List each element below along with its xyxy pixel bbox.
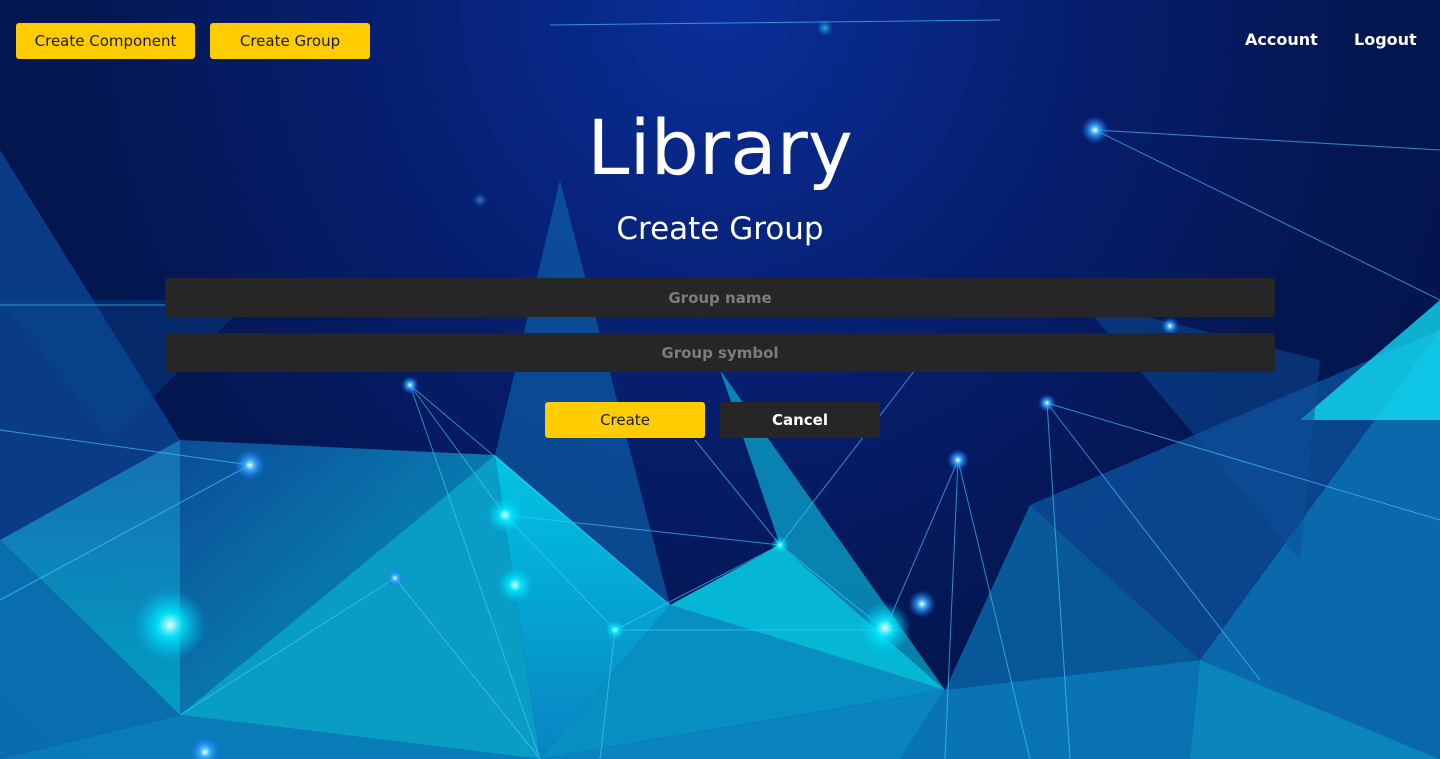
cancel-button[interactable]: Cancel — [720, 402, 880, 438]
create-group-button[interactable]: Create Group — [210, 23, 370, 59]
page-subtitle: Create Group — [616, 211, 824, 247]
create-component-button[interactable]: Create Component — [16, 23, 195, 59]
group-name-input[interactable] — [165, 278, 1275, 317]
account-link[interactable]: Account — [1245, 30, 1318, 49]
page-title: Library — [587, 103, 853, 192]
group-symbol-input[interactable] — [165, 333, 1275, 372]
create-group-panel: Library Create Group Create Cancel — [0, 0, 1440, 759]
top-navigation: Create Component Create Group Account Lo… — [0, 0, 1440, 80]
logout-link[interactable]: Logout — [1354, 30, 1417, 49]
create-button[interactable]: Create — [545, 402, 705, 438]
